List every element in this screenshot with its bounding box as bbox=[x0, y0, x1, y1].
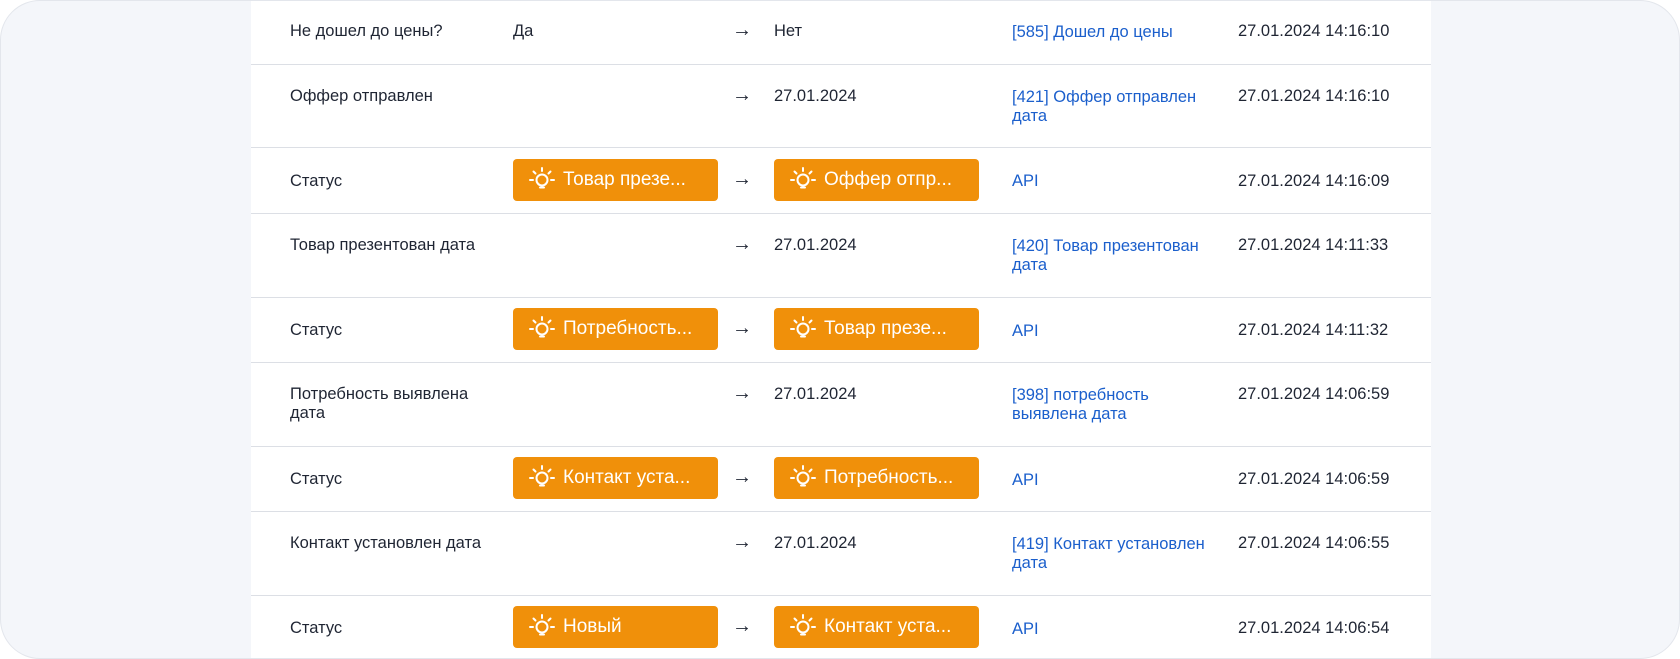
window-frame: Не дошел до цены? Да → Нет [585] Дошел д… bbox=[0, 0, 1680, 659]
status-label: Товар презе... bbox=[563, 169, 686, 190]
table-row: Статус Потребность... → Товар презе... A… bbox=[251, 298, 1431, 363]
lightbulb-icon bbox=[529, 167, 555, 189]
field-name: Не дошел до цены? bbox=[290, 22, 443, 40]
new-value: 27.01.2024 bbox=[774, 87, 857, 105]
lightbulb-icon bbox=[790, 614, 816, 636]
arrow-right-icon: → bbox=[732, 615, 752, 637]
lightbulb-icon bbox=[529, 316, 555, 338]
source-link[interactable]: [585] Дошел до цены bbox=[1012, 23, 1207, 42]
table-row: Статус Товар презе... → Оффер отпр... AP… bbox=[251, 148, 1431, 214]
source-link[interactable]: [398] потребность выявлена дата bbox=[1012, 386, 1207, 424]
change-history-table: Не дошел до цены? Да → Нет [585] Дошел д… bbox=[251, 1, 1431, 658]
field-name: Контакт установлен дата bbox=[290, 534, 482, 552]
table-row: Потребность выявлена дата → 27.01.2024 [… bbox=[251, 363, 1431, 447]
lightbulb-icon bbox=[790, 465, 816, 487]
timestamp: 27.01.2024 14:11:32 bbox=[1238, 321, 1389, 339]
old-value: Да bbox=[513, 22, 534, 40]
source-link[interactable]: API bbox=[1012, 471, 1207, 490]
new-value: 27.01.2024 bbox=[774, 534, 857, 552]
arrow-right-icon: → bbox=[732, 233, 752, 255]
status-label: Потребность... bbox=[824, 467, 954, 488]
new-status-badge: Потребность... bbox=[774, 457, 979, 499]
arrow-right-icon: → bbox=[732, 317, 752, 339]
field-name: Статус bbox=[290, 470, 343, 488]
lightbulb-icon bbox=[529, 465, 555, 487]
new-value: 27.01.2024 bbox=[774, 236, 857, 254]
lightbulb-icon bbox=[790, 316, 816, 338]
table-row: Статус Новый → Контакт уста... API 27.01… bbox=[251, 596, 1431, 658]
arrow-right-icon: → bbox=[732, 466, 752, 488]
field-name: Статус bbox=[290, 321, 343, 339]
status-label: Товар презе... bbox=[824, 318, 947, 339]
timestamp: 27.01.2024 14:16:10 bbox=[1238, 87, 1390, 105]
new-status-badge: Товар презе... bbox=[774, 308, 979, 350]
source-link[interactable]: API bbox=[1012, 620, 1207, 639]
source-link[interactable]: [420] Товар презентован дата bbox=[1012, 237, 1207, 275]
old-status-badge: Потребность... bbox=[513, 308, 718, 350]
timestamp: 27.01.2024 14:06:55 bbox=[1238, 534, 1390, 552]
lightbulb-icon bbox=[790, 167, 816, 189]
arrow-right-icon: → bbox=[732, 168, 752, 190]
source-link[interactable]: API bbox=[1012, 172, 1207, 191]
source-link[interactable]: API bbox=[1012, 322, 1207, 341]
source-link[interactable]: [419] Контакт установлен дата bbox=[1012, 535, 1207, 573]
table-row: Товар презентован дата → 27.01.2024 [420… bbox=[251, 214, 1431, 298]
old-status-badge: Товар презе... bbox=[513, 159, 718, 201]
arrow-right-icon: → bbox=[732, 19, 752, 41]
new-status-badge: Оффер отпр... bbox=[774, 159, 979, 201]
status-label: Контакт уста... bbox=[563, 467, 691, 488]
new-value: 27.01.2024 bbox=[774, 385, 857, 403]
timestamp: 27.01.2024 14:16:10 bbox=[1238, 22, 1390, 40]
status-label: Новый bbox=[563, 616, 622, 637]
source-link[interactable]: [421] Оффер отправлен дата bbox=[1012, 88, 1207, 126]
field-name: Оффер отправлен bbox=[290, 87, 433, 105]
lightbulb-icon bbox=[529, 614, 555, 636]
timestamp: 27.01.2024 14:06:59 bbox=[1238, 470, 1390, 488]
status-label: Потребность... bbox=[563, 318, 693, 339]
timestamp: 27.01.2024 14:06:59 bbox=[1238, 385, 1390, 403]
table-row: Не дошел до цены? Да → Нет [585] Дошел д… bbox=[251, 1, 1431, 65]
status-label: Контакт уста... bbox=[824, 616, 952, 637]
timestamp: 27.01.2024 14:06:54 bbox=[1238, 619, 1390, 637]
table-row: Статус Контакт уста... → Потребность... … bbox=[251, 447, 1431, 512]
arrow-right-icon: → bbox=[732, 531, 752, 553]
field-name: Товар презентован дата bbox=[290, 236, 476, 254]
field-name: Статус bbox=[290, 172, 343, 190]
field-name: Потребность выявлена дата bbox=[290, 385, 469, 422]
arrow-right-icon: → bbox=[732, 84, 752, 106]
arrow-right-icon: → bbox=[732, 382, 752, 404]
table-row: Контакт установлен дата → 27.01.2024 [41… bbox=[251, 512, 1431, 596]
field-name: Статус bbox=[290, 619, 343, 637]
old-status-badge: Новый bbox=[513, 606, 718, 648]
timestamp: 27.01.2024 14:16:09 bbox=[1238, 172, 1390, 190]
new-status-badge: Контакт уста... bbox=[774, 606, 979, 648]
old-status-badge: Контакт уста... bbox=[513, 457, 718, 499]
timestamp: 27.01.2024 14:11:33 bbox=[1238, 236, 1389, 254]
new-value: Нет bbox=[774, 22, 803, 40]
table-row: Оффер отправлен → 27.01.2024 [421] Оффер… bbox=[251, 65, 1431, 148]
status-label: Оффер отпр... bbox=[824, 169, 952, 190]
